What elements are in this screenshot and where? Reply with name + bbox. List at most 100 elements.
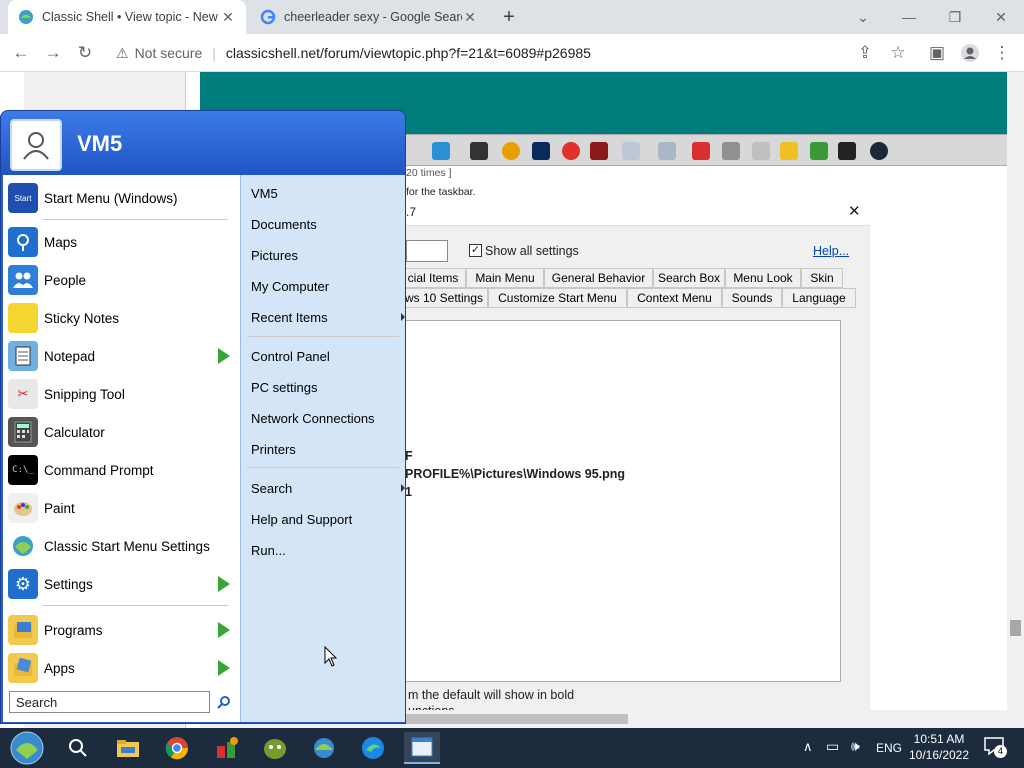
menu-item-label: Calculator: [44, 424, 105, 440]
minimize-button[interactable]: —: [886, 0, 932, 34]
menu-item-sticky-notes[interactable]: Sticky Notes: [3, 299, 240, 337]
menu-item-settings[interactable]: ⚙ Settings: [3, 565, 240, 603]
search-icon[interactable]: [215, 693, 233, 711]
tab-context-menu[interactable]: Context Menu: [627, 288, 722, 308]
search-settings-field[interactable]: [406, 240, 448, 262]
tab-general-behavior[interactable]: General Behavior: [544, 268, 653, 288]
page-vertical-scrollbar[interactable]: [1007, 72, 1024, 728]
scrollbar-thumb[interactable]: [400, 714, 628, 724]
user-name: VM5: [77, 131, 123, 156]
active-window-icon[interactable]: [404, 732, 440, 764]
menu-item-people[interactable]: People: [3, 261, 240, 299]
dialog-close-icon[interactable]: ✕: [848, 202, 861, 220]
tab-customize-start-menu[interactable]: Customize Start Menu: [488, 288, 627, 308]
place-control-panel[interactable]: Control Panel: [251, 346, 401, 366]
close-tab-icon[interactable]: ✕: [462, 9, 478, 26]
tab-google-search[interactable]: cheerleader sexy - Google Search ✕: [250, 0, 488, 34]
menu-item-apps[interactable]: Apps: [3, 649, 240, 687]
tab-skin[interactable]: Skin: [801, 268, 843, 288]
notification-count-badge: 4: [994, 745, 1007, 758]
tab-main-menu[interactable]: Main Menu: [466, 268, 544, 288]
place-pc-settings[interactable]: PC settings: [251, 377, 401, 397]
menu-item-command-prompt[interactable]: C:\_ Command Prompt: [3, 451, 240, 489]
forward-arrow-icon[interactable]: →: [38, 38, 68, 68]
close-tab-icon[interactable]: ✕: [220, 9, 236, 26]
scrollbar-thumb[interactable]: [1010, 620, 1021, 636]
profile-icon[interactable]: [955, 38, 985, 68]
classic-shell-icon: [8, 531, 38, 561]
menu-item-calculator[interactable]: Calculator: [3, 413, 240, 451]
start-orb-button[interactable]: [8, 730, 46, 766]
tab-search-box[interactable]: Search Box: [653, 268, 725, 288]
classic-shell-start-orb-icon: [10, 731, 44, 765]
security-label: Not secure: [134, 45, 203, 61]
show-hidden-icons-icon[interactable]: ∧: [803, 739, 813, 755]
menu-item-start-menu-windows[interactable]: Start Start Menu (Windows): [3, 179, 240, 217]
place-run[interactable]: Run...: [251, 540, 401, 560]
bookmark-star-icon[interactable]: ☆: [883, 38, 913, 68]
tab-windows-10-settings[interactable]: ws 10 Settings: [400, 288, 488, 308]
clock[interactable]: 10:51 AM 10/16/2022: [906, 731, 972, 763]
url-text[interactable]: classicshell.net/forum/viewtopic.php?f=2…: [226, 45, 591, 61]
chrome-menu-icon[interactable]: ⋮: [987, 38, 1017, 68]
address-bar[interactable]: ⚠ Not secure | classicshell.net/forum/vi…: [108, 37, 848, 69]
edge-icon[interactable]: [355, 732, 391, 764]
back-arrow-icon[interactable]: ←: [6, 38, 36, 68]
place-pictures[interactable]: Pictures: [251, 245, 401, 265]
reload-icon[interactable]: ↻: [70, 38, 100, 68]
mouse-cursor-icon: [324, 645, 338, 671]
app-icon[interactable]: [257, 732, 293, 764]
place-my-computer[interactable]: My Computer: [251, 276, 401, 296]
show-all-settings-checkbox[interactable]: ✓: [469, 244, 482, 257]
taskbar-search-icon[interactable]: [60, 732, 96, 764]
menu-item-label: People: [44, 272, 87, 288]
animate-icon: [590, 142, 608, 160]
tab-classic-shell[interactable]: Classic Shell • View topic - New t ✕: [8, 0, 246, 34]
place-documents[interactable]: Documents: [251, 214, 401, 234]
close-window-button[interactable]: ✕: [978, 0, 1024, 34]
app-icon[interactable]: [306, 732, 342, 764]
volume-icon[interactable]: 🕪: [851, 738, 860, 755]
tab-language[interactable]: Language: [782, 288, 856, 308]
settings-gear-icon: ⚙: [8, 569, 38, 599]
restore-button[interactable]: ❐: [932, 0, 978, 34]
menu-item-programs[interactable]: Programs: [3, 611, 240, 649]
help-link[interactable]: Help...: [813, 244, 849, 258]
network-icon[interactable]: ▭: [826, 738, 839, 755]
place-search[interactable]: Search: [251, 478, 405, 498]
tab-special-items[interactable]: cial Items: [400, 268, 466, 288]
place-recent-items[interactable]: Recent Items: [251, 307, 405, 327]
view-count-caption: 20 times ]: [406, 167, 452, 179]
place-printers[interactable]: Printers: [251, 439, 401, 459]
menu-item-label: Paint: [44, 500, 75, 516]
language-indicator[interactable]: ENG: [876, 741, 902, 755]
settings-line: 1: [405, 485, 412, 499]
steam-icon: [870, 142, 888, 160]
side-panel-icon[interactable]: ▣: [922, 38, 952, 68]
menu-item-snipping-tool[interactable]: ✂ Snipping Tool: [3, 375, 240, 413]
menu-item-label: Start Menu (Windows): [44, 190, 178, 206]
classic-shell-settings-dialog: .7 ✕ ✓ Show all settings Help... cial It…: [400, 198, 870, 728]
app-icon: [810, 142, 828, 160]
menu-item-maps[interactable]: Maps: [3, 223, 240, 261]
share-icon[interactable]: ⇪: [850, 38, 880, 68]
new-tab-button[interactable]: +: [496, 4, 522, 30]
place-help-and-support[interactable]: Help and Support: [251, 509, 401, 529]
user-avatar[interactable]: [10, 119, 62, 171]
tab-sounds[interactable]: Sounds: [722, 288, 782, 308]
app-icon: [692, 142, 710, 160]
app-icon[interactable]: [209, 732, 245, 764]
notifications-icon[interactable]: 4: [984, 737, 1008, 759]
file-explorer-icon[interactable]: [110, 732, 146, 764]
menu-item-classic-start-menu-settings[interactable]: Classic Start Menu Settings: [3, 527, 240, 565]
dialog-title: .7: [406, 205, 417, 219]
chrome-icon[interactable]: [159, 732, 195, 764]
menu-item-notepad[interactable]: Notepad: [3, 337, 240, 375]
place-vm5[interactable]: VM5: [251, 183, 401, 203]
clock-date: 10/16/2022: [908, 748, 970, 762]
tab-menu-look[interactable]: Menu Look: [725, 268, 801, 288]
menu-item-paint[interactable]: Paint: [3, 489, 240, 527]
place-network-connections[interactable]: Network Connections: [251, 408, 401, 428]
tab-search-icon[interactable]: ⌄: [840, 0, 886, 34]
start-search-input[interactable]: Search: [9, 691, 210, 713]
